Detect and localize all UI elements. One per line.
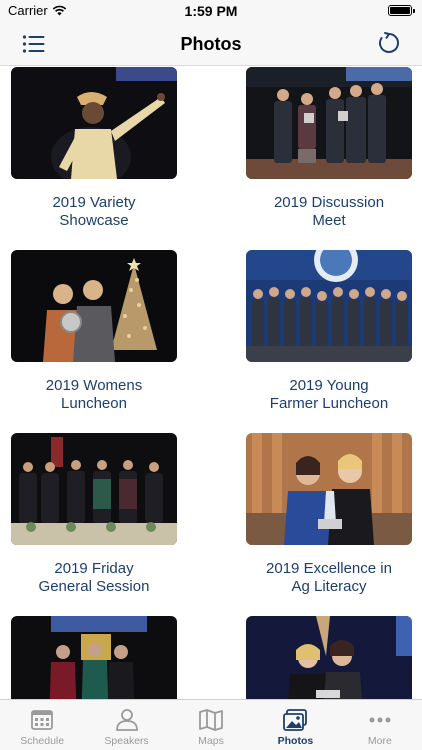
- album-thumbnail[interactable]: [11, 616, 177, 699]
- album-cell-womens-luncheon[interactable]: 2019 Womens Luncheon: [11, 250, 177, 413]
- album-title-line2: Showcase: [59, 212, 129, 229]
- battery-icon: [388, 5, 415, 16]
- album-caption[interactable]: 2019 Variety Showcase: [11, 194, 177, 230]
- album-title-line1: 2019 Friday: [54, 560, 134, 577]
- tab-schedule[interactable]: Schedule: [0, 700, 84, 750]
- refresh-icon[interactable]: [376, 30, 402, 56]
- album-thumbnail[interactable]: [246, 433, 412, 545]
- tab-label: Photos: [277, 735, 314, 747]
- tab-speakers[interactable]: Speakers: [84, 700, 168, 750]
- map-icon: [199, 709, 223, 731]
- album-title-line2: Luncheon: [61, 395, 127, 412]
- album-title-line1: 2019 Womens: [45, 377, 143, 394]
- album-cell-partial-right[interactable]: [246, 616, 412, 699]
- album-title-line2: General Session: [38, 578, 150, 595]
- photos-icon: [283, 709, 308, 731]
- tab-label: Schedule: [20, 735, 65, 747]
- tab-bar: Schedule Speakers Maps Photos More: [0, 699, 422, 750]
- album-cell-friday-general-session[interactable]: 2019 Friday General Session: [11, 433, 177, 596]
- album-cell-variety-showcase[interactable]: 2019 Variety Showcase: [11, 67, 177, 230]
- photo-album-grid: 2019 Variety Showcase 2019 Discussion Me…: [0, 66, 422, 699]
- calendar-icon: [31, 710, 54, 730]
- tab-label: More: [367, 735, 392, 747]
- status-time: 1:59 PM: [184, 3, 238, 19]
- tab-label: Maps: [198, 735, 224, 747]
- person-icon: [115, 709, 138, 731]
- album-caption[interactable]: 2019 Discussion Meet: [246, 194, 412, 230]
- status-bar: Carrier 1:59 PM: [0, 0, 422, 22]
- tab-maps[interactable]: Maps: [169, 700, 253, 750]
- album-title-line1: 2019 Excellence in: [266, 560, 392, 577]
- album-cell-excellence-ag-literacy[interactable]: 2019 Excellence in Ag Literacy: [246, 433, 412, 596]
- album-title-line1: 2019 Variety: [52, 194, 136, 211]
- album-title-line2: Farmer Luncheon: [269, 395, 389, 412]
- album-caption[interactable]: 2019 Womens Luncheon: [11, 377, 177, 413]
- album-cell-young-farmer-luncheon[interactable]: 2019 Young Farmer Luncheon: [246, 250, 412, 413]
- more-icon: [369, 717, 391, 723]
- tab-label: Speakers: [104, 735, 149, 747]
- album-thumbnail[interactable]: [11, 433, 177, 545]
- album-thumbnail[interactable]: [246, 616, 412, 699]
- album-thumbnail[interactable]: [11, 67, 177, 179]
- navigation-bar: Photos: [0, 22, 422, 66]
- album-caption[interactable]: 2019 Friday General Session: [11, 560, 177, 596]
- album-caption[interactable]: 2019 Excellence in Ag Literacy: [246, 560, 412, 596]
- album-thumbnail[interactable]: [11, 250, 177, 362]
- album-caption[interactable]: 2019 Young Farmer Luncheon: [246, 377, 412, 413]
- page-title: Photos: [180, 34, 242, 54]
- album-title-line2: Ag Literacy: [291, 578, 367, 595]
- album-title-line2: Meet: [312, 212, 346, 229]
- album-thumbnail[interactable]: [246, 250, 412, 362]
- album-cell-discussion-meet[interactable]: 2019 Discussion Meet: [246, 67, 412, 230]
- album-title-line1: 2019 Young: [289, 377, 369, 394]
- tab-more[interactable]: More: [338, 700, 422, 750]
- album-thumbnail[interactable]: [246, 67, 412, 179]
- album-cell-partial-left[interactable]: [11, 616, 177, 699]
- tab-photos[interactable]: Photos: [253, 700, 337, 750]
- album-title-line1: 2019 Discussion: [273, 194, 385, 211]
